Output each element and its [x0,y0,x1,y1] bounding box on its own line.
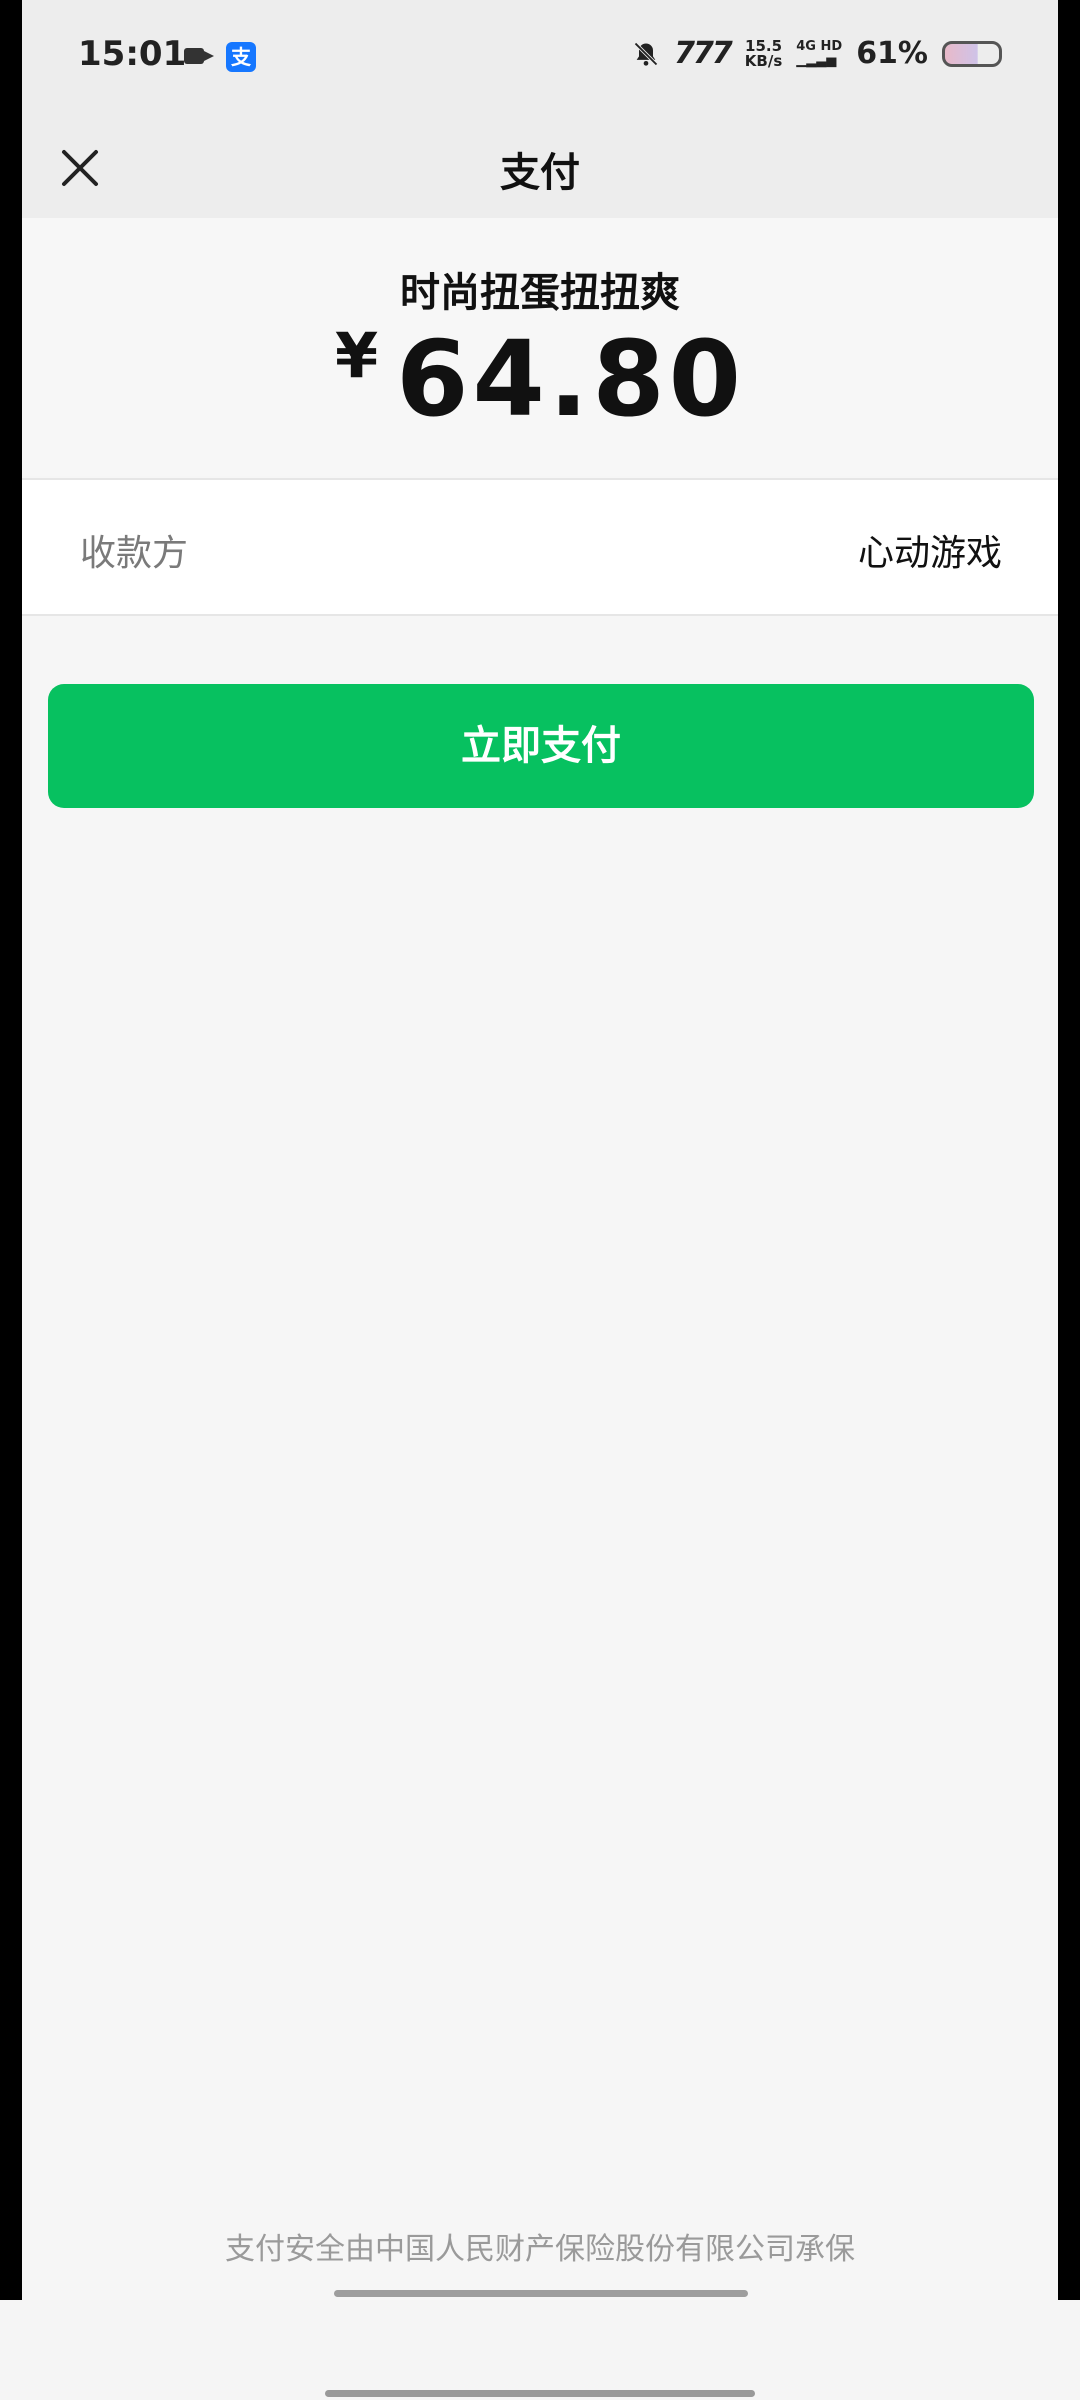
pay-now-button[interactable]: 立即支付 [48,684,1034,808]
payee-row: 收款方 心动游戏 [22,478,1058,616]
status-time: 15:01 [78,34,187,74]
speed-glyph: 777 [674,36,733,71]
signal-label: 4G HD [796,38,843,54]
product-name: 时尚扭蛋扭扭爽 [400,270,680,316]
battery-icon [942,40,1002,67]
status-bar: 15:01 支 777 15.5 KB/s 4G HD ▁▂▃▅ 61% [22,0,1058,118]
payee-label: 收款方 [80,533,189,574]
app-window: 15:01 支 777 15.5 KB/s 4G HD ▁▂▃▅ 61% 支付 … [22,0,1058,2300]
network-speed-unit: KB/s [744,51,783,70]
alipay-icon: 支 [226,42,256,72]
home-indicator[interactable] [334,2290,748,2297]
network-speed: 15.5 KB/s [744,38,783,70]
page-title: 支付 [500,150,580,196]
status-right-group: 777 15.5 KB/s 4G HD ▁▂▃▅ 61% [632,36,1002,71]
signal-icon: 4G HD ▁▂▃▅ [796,38,843,68]
nav-bar: 支付 [22,118,1058,218]
system-nav-area [0,2300,1080,2400]
insurance-note: 支付安全由中国人民财产保险股份有限公司承保 [225,2232,855,2267]
mute-bell-icon [634,41,658,66]
video-camera-icon [184,48,214,64]
payment-summary: 时尚扭蛋扭扭爽 ¥64.80 [22,218,1058,476]
currency-symbol: ¥ [334,319,379,392]
payment-amount: 64.80 [396,318,746,440]
battery-percent: 61% [856,36,928,71]
gesture-bar[interactable] [325,2390,755,2397]
payee-value: 心动游戏 [857,533,1002,574]
amount-row: ¥64.80 [22,318,1058,440]
